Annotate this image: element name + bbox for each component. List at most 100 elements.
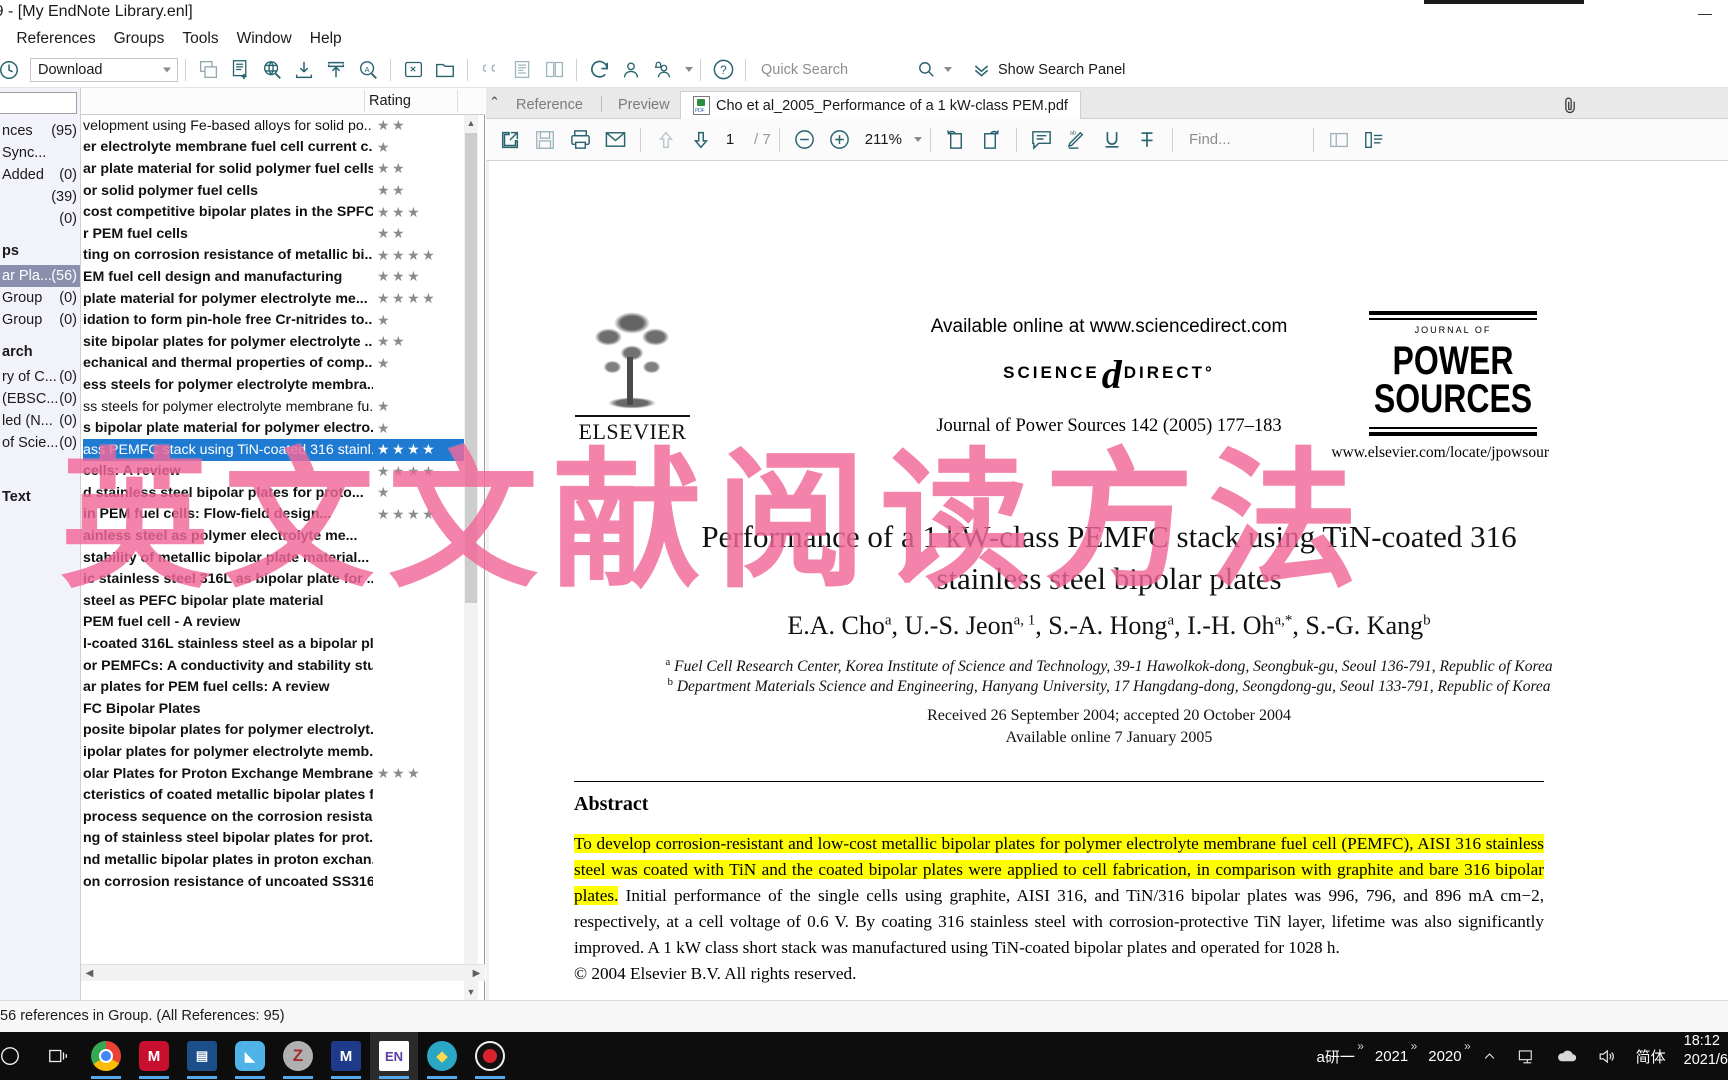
tab-preview[interactable]: Preview [606, 91, 682, 119]
rating-stars[interactable]: ★ [377, 484, 392, 501]
open-file-icon[interactable] [430, 55, 460, 85]
volume-icon[interactable] [1587, 1032, 1626, 1080]
table-row[interactable]: steel as PEFC bipolar plate material [83, 590, 469, 612]
export-icon[interactable] [321, 55, 351, 85]
copy-icon[interactable] [193, 55, 223, 85]
paperclip-icon[interactable] [1560, 94, 1580, 122]
menu-item-help[interactable]: Help [301, 30, 351, 48]
groups-list-item[interactable]: Sync... [0, 142, 80, 164]
rating-stars[interactable]: ★★★★ [377, 247, 437, 264]
table-row[interactable]: velopment using Fe-based alloys for soli… [83, 115, 469, 137]
tab-reference[interactable]: Reference [504, 91, 595, 119]
table-row[interactable]: process sequence on the corrosion resist… [83, 806, 469, 828]
groups-list-item[interactable]: (0) [0, 208, 80, 230]
rating-stars[interactable]: ★★★★ [377, 441, 437, 458]
pdf-viewer[interactable]: ELSEVIER Available online at www.science… [486, 161, 1728, 1000]
zoom-out-icon[interactable] [788, 125, 822, 155]
menu-item-groups[interactable]: Groups [105, 30, 174, 48]
table-row[interactable]: s bipolar plate material for polymer ele… [83, 417, 469, 439]
table-row[interactable]: l-coated 316L stainless steel as a bipol… [83, 633, 469, 655]
endnote-icon[interactable]: EN [370, 1032, 418, 1080]
rating-stars[interactable]: ★★ [377, 225, 407, 242]
rating-stars[interactable]: ★ [377, 312, 392, 329]
groups-list-item[interactable]: ry of C... (0) [0, 366, 80, 388]
rating-stars[interactable]: ★ [377, 139, 392, 156]
rating-stars[interactable]: ★ [377, 420, 392, 437]
zoom-in-icon[interactable] [823, 125, 857, 155]
table-row[interactable]: er electrolyte membrane fuel cell curren… [83, 137, 469, 159]
show-search-panel-toggle-icon[interactable] [966, 55, 996, 85]
table-row[interactable]: ainless steel as polymer electrolyte me.… [83, 525, 469, 547]
table-row[interactable]: ess steels for polymer electrolyte membr… [83, 374, 469, 396]
online-search-icon[interactable] [257, 55, 287, 85]
table-row[interactable]: d stainless steel bipolar plates for pro… [83, 482, 469, 504]
import-icon[interactable] [289, 55, 319, 85]
groups-search-input[interactable] [0, 92, 77, 114]
rating-stars[interactable]: ★★ [377, 182, 407, 199]
tray-item-2021[interactable]: 2021 » [1365, 1032, 1418, 1080]
table-row[interactable]: ar plates for PEM fuel cells: A review [83, 676, 469, 698]
mindmaster-icon[interactable]: M [322, 1032, 370, 1080]
table-row[interactable]: cost competitive bipolar plates in the S… [83, 201, 469, 223]
column-header-rating[interactable]: Rating [369, 93, 411, 109]
underline-icon[interactable] [1095, 125, 1129, 155]
scroll-down-icon[interactable]: ▼ [464, 984, 478, 1000]
menu-item-references[interactable]: References [7, 30, 104, 48]
taskbar-clock[interactable]: 18:12 2021/6 [1676, 1032, 1728, 1080]
attach-file-icon[interactable] [398, 55, 428, 85]
strikethrough-icon[interactable] [1130, 125, 1164, 155]
rating-stars[interactable]: ★★★ [377, 765, 422, 782]
groups-list-item[interactable]: Group (0) [0, 309, 80, 331]
collapse-panel-icon[interactable]: ⌃ [489, 94, 500, 110]
rating-stars[interactable]: ★★★ [377, 204, 422, 221]
table-row[interactable]: ic stainless steel 316L as bipolar plate… [83, 568, 469, 590]
scrollbar-thumb[interactable] [465, 133, 477, 603]
table-row[interactable]: ng of stainless steel bipolar plates for… [83, 828, 469, 850]
quick-search-input[interactable]: Quick Search [761, 62, 911, 78]
rotate-left-icon[interactable] [939, 125, 973, 155]
table-row[interactable]: in PEM fuel cells: Flow-field design... ★… [83, 504, 469, 526]
scroll-left-icon[interactable]: ◀ [81, 965, 98, 982]
chrome-icon[interactable] [82, 1032, 130, 1080]
insert-citation-icon[interactable] [475, 55, 505, 85]
groups-list-item[interactable]: led (N... (0) [0, 410, 80, 432]
picture-viewer-icon[interactable]: ◆ [418, 1032, 466, 1080]
search-icon[interactable] [911, 55, 941, 85]
menu-item-edit[interactable]: t [0, 30, 7, 48]
groups-list-item[interactable]: nces (95) [0, 120, 80, 142]
split-view-icon[interactable] [1322, 125, 1356, 155]
groups-list-item[interactable]: Added (0) [0, 164, 80, 186]
find-input[interactable]: Find... [1189, 131, 1305, 148]
scroll-up-icon[interactable]: ▲ [464, 115, 478, 131]
rotate-right-icon[interactable] [974, 125, 1008, 155]
table-row[interactable]: FC Bipolar Plates [83, 698, 469, 720]
save-icon[interactable] [528, 125, 562, 155]
prev-page-icon[interactable] [649, 125, 683, 155]
table-row[interactable]: on corrosion resistance of uncoated SS31… [83, 871, 469, 893]
table-row[interactable]: site bipolar plates for polymer electrol… [83, 331, 469, 353]
quick-search-box[interactable]: Quick Search [753, 55, 952, 85]
table-row[interactable]: ipolar plates for polymer electrolyte me… [83, 741, 469, 763]
new-reference-icon[interactable] [225, 55, 255, 85]
ime-indicator[interactable]: 简体 [1626, 1032, 1676, 1080]
reference-list-scrollbar[interactable]: ▲ ▼ [464, 115, 478, 1000]
menu-item-tools[interactable]: Tools [173, 30, 227, 48]
add-user-icon[interactable] [648, 55, 678, 85]
task-view-icon[interactable] [34, 1032, 82, 1080]
screen-recorder-icon[interactable] [466, 1032, 514, 1080]
tab-pdf-file[interactable]: Cho et al_2005_Performance of a 1 kW-cla… [680, 91, 1081, 119]
format-bibliography-icon[interactable] [507, 55, 537, 85]
groups-list-item[interactable]: of Scie... (0) [0, 432, 80, 454]
reference-list-hscrollbar[interactable]: ◀ ▶ [81, 964, 485, 981]
groups-list-item[interactable]: (EBSC... (0) [0, 388, 80, 410]
rating-stars[interactable]: ★ [377, 355, 392, 372]
show-hidden-icons[interactable] [1472, 1032, 1507, 1080]
table-row[interactable]: plate material for polymer electrolyte m… [83, 288, 469, 310]
table-row[interactable]: idation to form pin-hole free Cr-nitride… [83, 309, 469, 331]
help-icon[interactable]: ? [708, 55, 738, 85]
table-row[interactable]: EM fuel cell design and manufacturing ★★★ [83, 266, 469, 288]
table-row[interactable]: ting on corrosion resistance of metallic… [83, 245, 469, 267]
sync-icon[interactable] [0, 55, 24, 85]
menu-item-window[interactable]: Window [228, 30, 301, 48]
table-row[interactable]: ar plate material for solid polymer fuel… [83, 158, 469, 180]
